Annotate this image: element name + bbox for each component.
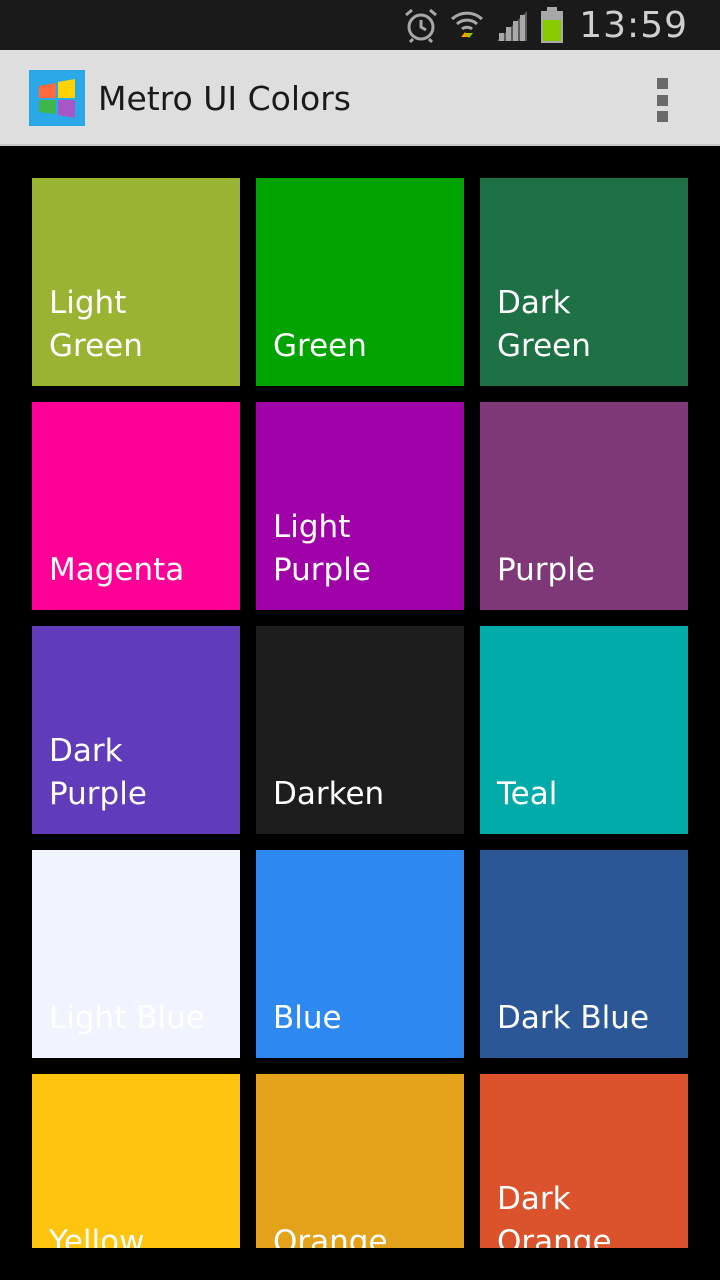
color-tile[interactable]: Magenta [32, 402, 240, 610]
color-tile-label: Light Purple [273, 509, 371, 588]
color-tile[interactable]: Dark Green [480, 178, 688, 386]
color-tile-label: Light Green [49, 285, 143, 364]
windows-logo-icon[interactable] [29, 70, 85, 126]
color-tile-label: Dark Orange [497, 1181, 612, 1248]
color-tile[interactable]: Light Blue [32, 850, 240, 1058]
alarm-clock-icon [405, 8, 438, 43]
menu-dot [656, 78, 668, 89]
color-tile-label: Yellow [49, 1224, 145, 1248]
color-tile-label: Teal [497, 776, 558, 812]
color-grid: Light Green Green Dark Green Magenta Light P… [32, 178, 688, 1248]
color-tile-label: Purple [497, 552, 595, 588]
color-tile-label: Light Blue [49, 1000, 205, 1036]
status-icons: 13:59 [403, 0, 720, 50]
color-tile[interactable]: Darken [256, 626, 464, 834]
color-grid-viewport[interactable]: Light Green Green Dark Green Magenta Light P… [0, 146, 720, 1248]
color-tile-label: Blue [273, 1000, 342, 1036]
color-tile-label: Green [273, 328, 367, 364]
color-tile[interactable]: Green [256, 178, 464, 386]
color-tile[interactable]: Teal [480, 626, 688, 834]
overflow-menu-icon[interactable] [642, 78, 682, 122]
wifi-icon [451, 11, 484, 38]
menu-dot [656, 94, 668, 106]
action-bar: Metro UI Colors [0, 50, 720, 146]
color-tile-label: Dark Purple [49, 733, 147, 812]
color-tile-label: Darken [273, 776, 385, 812]
color-tile[interactable]: Yellow [32, 1074, 240, 1248]
status-bar: 13:59 [0, 0, 720, 50]
color-tile[interactable]: Light Green [32, 178, 240, 386]
color-tile[interactable]: Dark Blue [480, 850, 688, 1058]
color-tile[interactable]: Light Purple [256, 402, 464, 610]
color-tile[interactable]: Dark Purple [32, 626, 240, 834]
color-tile-label: Dark Blue [497, 1000, 650, 1036]
app-title: Metro UI Colors [98, 79, 351, 118]
color-tile[interactable]: Blue [256, 850, 464, 1058]
color-tile[interactable]: Orange [256, 1074, 464, 1248]
signal-icon [497, 11, 528, 41]
status-clock: 13:59 [579, 4, 688, 46]
menu-dot [656, 111, 668, 122]
color-tile-label: Orange [273, 1224, 388, 1248]
color-tile-label: Dark Green [497, 285, 591, 364]
color-tile[interactable]: Purple [480, 402, 688, 610]
color-tile-label: Magenta [49, 552, 185, 588]
color-tile[interactable]: Dark Orange [480, 1074, 688, 1248]
battery-icon [541, 7, 564, 43]
